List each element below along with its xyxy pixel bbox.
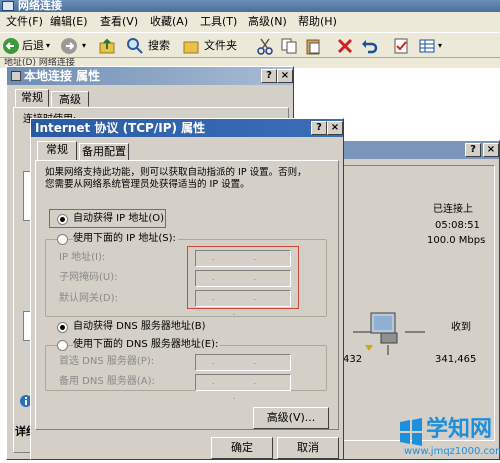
local-props-title-bar: 本地连接 属性 <box>7 67 293 85</box>
alternate-dns-field[interactable]: . . . <box>195 374 291 402</box>
window-title-bar: 网络连接 <box>0 0 500 12</box>
search-button[interactable]: 搜索 <box>148 37 170 55</box>
auto-dns-label[interactable]: 自动获得 DNS 服务器地址(B) <box>73 320 206 334</box>
manual-dns-label[interactable]: 使用下面的 DNS 服务器地址(E): <box>73 338 221 352</box>
watermark-logo-icon <box>400 418 422 446</box>
tab-general[interactable]: 常规 <box>15 89 49 107</box>
cancel-button[interactable]: 取消 <box>277 437 339 459</box>
menu-edit[interactable]: 编辑(E) <box>50 14 88 30</box>
menu-file[interactable]: 文件(F) <box>6 14 43 30</box>
manual-dns-radio[interactable] <box>57 340 68 351</box>
tab-advanced[interactable]: 高级 <box>51 91 89 107</box>
auto-ip-label[interactable]: 自动获得 IP 地址(O) <box>73 212 164 226</box>
network-activity-icon <box>353 312 425 355</box>
tab-alternate-config[interactable]: 备用配置 <box>79 143 129 161</box>
properties-icon[interactable] <box>392 37 410 55</box>
preferred-dns-field[interactable]: . . . <box>195 354 291 382</box>
undo-icon[interactable] <box>360 37 378 55</box>
watermark-logo: 学知网 <box>426 417 493 442</box>
auto-ip-radio[interactable] <box>57 214 68 225</box>
menu-favorites[interactable]: 收藏(A) <box>150 14 188 30</box>
network-connections-icon <box>2 1 14 11</box>
gateway-field[interactable]: . . . <box>195 290 291 318</box>
chevron-down-icon[interactable]: ▾ <box>46 37 50 55</box>
toolbar: 后退 ▾ ▾ 搜索 文件夹 ▾ <box>0 32 500 58</box>
tcpip-properties-dialog: Internet 协议 (TCP/IP) 属性 ? × 常规 备用配置 如果网络… <box>30 118 344 460</box>
chevron-down-icon[interactable]: ▾ <box>438 37 442 55</box>
status-speed: 100.0 Mbps <box>427 235 486 246</box>
menu-view[interactable]: 查看(V) <box>100 14 138 30</box>
ip-address-field[interactable]: . . . <box>195 250 291 278</box>
help-button[interactable]: ? <box>465 143 481 157</box>
folders-icon[interactable] <box>182 37 200 55</box>
ip-address-label: IP 地址(I): <box>59 252 106 263</box>
tab-general[interactable]: 常规 <box>37 141 77 161</box>
alternate-dns-label: 备用 DNS 服务器(A): <box>59 376 155 387</box>
close-button[interactable]: × <box>327 121 343 135</box>
search-icon[interactable] <box>126 37 144 55</box>
folders-button[interactable]: 文件夹 <box>204 37 237 55</box>
copy-icon[interactable] <box>280 37 298 55</box>
received-label: 收到 <box>451 322 471 333</box>
local-props-title: 本地连接 属性 <box>24 69 101 83</box>
paste-icon[interactable] <box>304 37 322 55</box>
description-text: 如果网络支持此功能，则可以获取自动指派的 IP 设置。否则，您需要从网络系统管理… <box>45 167 307 190</box>
watermark-url: www.jmqz1000.com <box>404 446 500 457</box>
advanced-button[interactable]: 高级(V)... <box>253 407 329 429</box>
folder-up-icon[interactable] <box>98 37 116 55</box>
manual-ip-radio[interactable] <box>57 234 68 245</box>
back-button[interactable]: 后退 <box>22 37 44 55</box>
chevron-down-icon[interactable]: ▾ <box>82 37 86 55</box>
status-connected: 已连接上 <box>433 204 473 215</box>
received-bytes: 341,465 <box>435 354 477 365</box>
menu-tools[interactable]: 工具(T) <box>200 14 237 30</box>
help-button[interactable]: ? <box>311 121 327 135</box>
connection-status-window: ? × 已连接上 05:08:51 100.0 Mbps 收到 432 341,… <box>330 140 500 460</box>
ok-button[interactable]: 确定 <box>211 437 273 459</box>
menu-bar: 文件(F) 编辑(E) 查看(V) 收藏(A) 工具(T) 高级(N) 帮助(H… <box>0 12 500 32</box>
window-title: 网络连接 <box>18 0 62 12</box>
preferred-dns-label: 首选 DNS 服务器(P): <box>59 356 155 367</box>
subnet-mask-field[interactable]: . . . <box>195 270 291 298</box>
subnet-mask-label: 子网掩码(U): <box>59 272 118 283</box>
gateway-label: 默认网关(D): <box>59 293 118 304</box>
views-icon[interactable] <box>418 37 436 55</box>
sent-bytes: 432 <box>343 354 363 365</box>
manual-ip-label[interactable]: 使用下面的 IP 地址(S): <box>73 232 178 246</box>
close-button[interactable]: × <box>483 143 499 157</box>
tcpip-title-bar: Internet 协议 (TCP/IP) 属性 <box>31 119 343 137</box>
status-duration: 05:08:51 <box>435 220 480 231</box>
auto-dns-radio[interactable] <box>57 322 68 333</box>
watermark: 学知网 www.jmqz1000.com <box>398 416 500 462</box>
menu-advanced[interactable]: 高级(N) <box>248 14 287 30</box>
help-button[interactable]: ? <box>261 69 277 83</box>
tcpip-title: Internet 协议 (TCP/IP) 属性 <box>35 121 206 135</box>
delete-icon[interactable] <box>336 37 354 55</box>
back-arrow-icon[interactable] <box>2 37 20 55</box>
menu-help[interactable]: 帮助(H) <box>298 14 337 30</box>
forward-arrow-icon[interactable] <box>60 37 78 55</box>
close-button[interactable]: × <box>277 69 293 83</box>
network-adapter-icon <box>11 71 21 81</box>
cut-icon[interactable] <box>256 37 274 55</box>
